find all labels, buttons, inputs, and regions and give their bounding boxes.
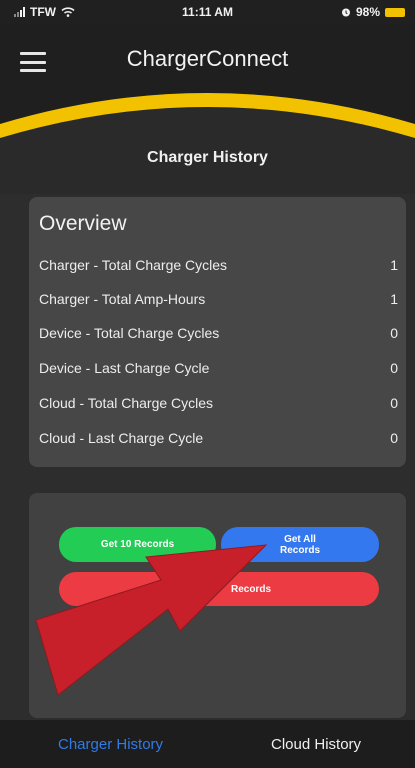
overview-row: Cloud - Last Charge Cycle 0 (39, 430, 398, 450)
battery-percent: 98% (355, 5, 380, 19)
page-title: Charger History (147, 149, 268, 166)
overview-row: Device - Total Charge Cycles 0 (39, 325, 398, 345)
tab-cloud-history[interactable]: Cloud History (271, 736, 361, 753)
actions-card: Get 10 Records Get All Records Records (29, 493, 406, 718)
app-header: ChargerConnect (0, 24, 415, 144)
overview-row-label: Cloud - Last Charge Cycle (39, 430, 204, 446)
page-title-bar: Charger History (0, 144, 415, 194)
overview-row: Charger - Total Amp-Hours 1 (39, 291, 398, 311)
overview-row-value: 1 (390, 257, 398, 273)
get-10-records-button[interactable]: Get 10 Records (59, 527, 216, 562)
battery-icon (385, 7, 405, 17)
overview-row-label: Charger - Total Charge Cycles (39, 257, 228, 273)
alarm-icon (341, 8, 350, 17)
status-right: 98% (341, 5, 405, 19)
overview-row-label: Charger - Total Amp-Hours (39, 291, 206, 307)
tab-charger-history[interactable]: Charger History (58, 736, 163, 753)
overview-row: Charger - Total Charge Cycles 1 (39, 257, 398, 277)
get-all-records-button[interactable]: Get All Records (221, 527, 379, 562)
overview-row-label: Cloud - Total Charge Cycles (39, 395, 214, 411)
overview-row-label: Device - Total Charge Cycles (39, 325, 220, 341)
overview-row: Device - Last Charge Cycle 0 (39, 360, 398, 380)
get-all-label-line1: Get All (284, 533, 316, 545)
overview-row: Cloud - Total Charge Cycles 0 (39, 395, 398, 415)
overview-row-value: 1 (390, 291, 398, 307)
app-title: ChargerConnect (126, 46, 289, 71)
overview-row-value: 0 (390, 395, 398, 411)
app-screen: TFW 11:11 AM 98% ChargerConnect Charger … (0, 0, 415, 768)
delete-records-label: Records (230, 583, 271, 595)
overview-row-value: 0 (390, 325, 398, 341)
overview-row-value: 0 (390, 360, 398, 376)
status-bar: TFW 11:11 AM 98% (0, 0, 415, 24)
overview-heading: Overview (39, 212, 127, 235)
bottom-tab-bar: Charger History Cloud History (0, 720, 415, 768)
overview-card: Overview Charger - Total Charge Cycles 1… (29, 197, 406, 467)
overview-row-value: 0 (390, 430, 398, 446)
get-all-label-line2: Records (279, 544, 320, 556)
header-swoosh (0, 93, 415, 144)
overview-row-label: Device - Last Charge Cycle (39, 360, 210, 376)
delete-records-button[interactable]: Records (59, 572, 379, 606)
